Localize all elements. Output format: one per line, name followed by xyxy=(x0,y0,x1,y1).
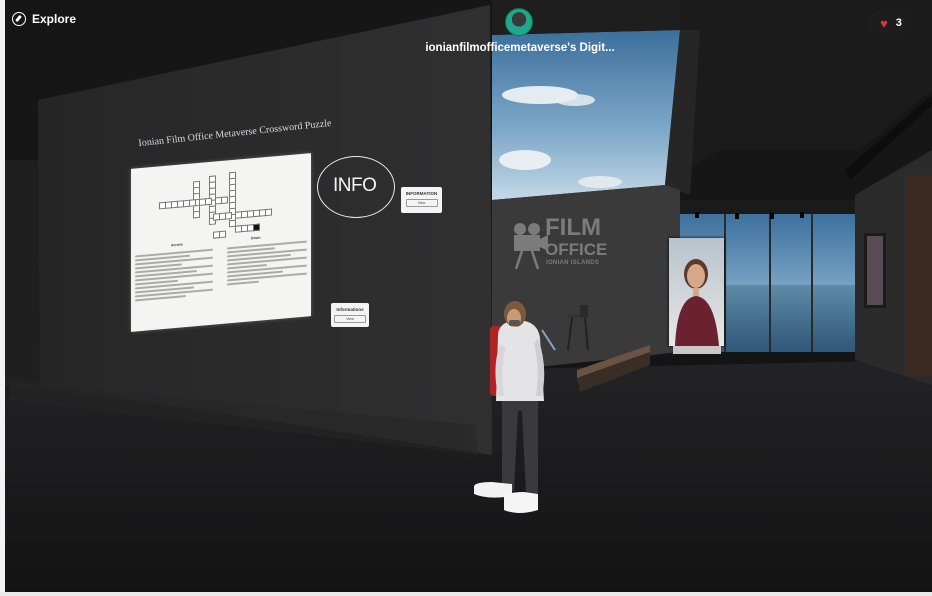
informations-card-view-button[interactable]: View xyxy=(334,315,366,323)
space-title[interactable]: ionianfilmofficemetaverse's Digit... xyxy=(420,42,620,54)
information-card-view-button[interactable]: View xyxy=(405,199,438,207)
window-bottom-edge xyxy=(0,592,932,596)
video-screen[interactable] xyxy=(669,238,724,346)
film-office-title: FILM xyxy=(545,214,601,241)
informations-card-title: Informations xyxy=(336,307,364,312)
likes-count: 3 xyxy=(895,17,902,29)
heart-icon: ♥ xyxy=(880,15,888,31)
screen-stand xyxy=(673,346,721,354)
metaverse-viewport[interactable]: FILM OFFICE IONIAN ISLANDS Ionian Film O… xyxy=(0,0,932,596)
explore-label: Explore xyxy=(32,12,77,26)
likes-button[interactable]: ♥ 3 xyxy=(868,10,914,36)
film-office-subtitle: OFFICE xyxy=(545,240,608,259)
compass-icon xyxy=(12,12,26,26)
host-avatar[interactable] xyxy=(505,8,533,36)
window-left-edge xyxy=(0,0,5,596)
info-sign-text: INFO xyxy=(333,175,377,196)
speaker-figure xyxy=(675,259,719,346)
crossword-board[interactable]: Across Down xyxy=(131,153,311,332)
crossword-down-header: Down xyxy=(251,235,261,241)
information-card[interactable]: INFORMATION View xyxy=(401,187,442,213)
information-card-title: INFORMATION xyxy=(405,191,438,196)
user-avatar-character[interactable] xyxy=(468,296,558,518)
informations-card[interactable]: Informations View xyxy=(331,303,369,327)
crossword-grid xyxy=(153,164,273,244)
film-office-region: IONIAN ISLANDS xyxy=(546,260,600,266)
crossword-clues xyxy=(135,238,307,303)
crossword-across-header: Across xyxy=(171,242,183,248)
explore-button[interactable]: Explore xyxy=(12,12,76,26)
